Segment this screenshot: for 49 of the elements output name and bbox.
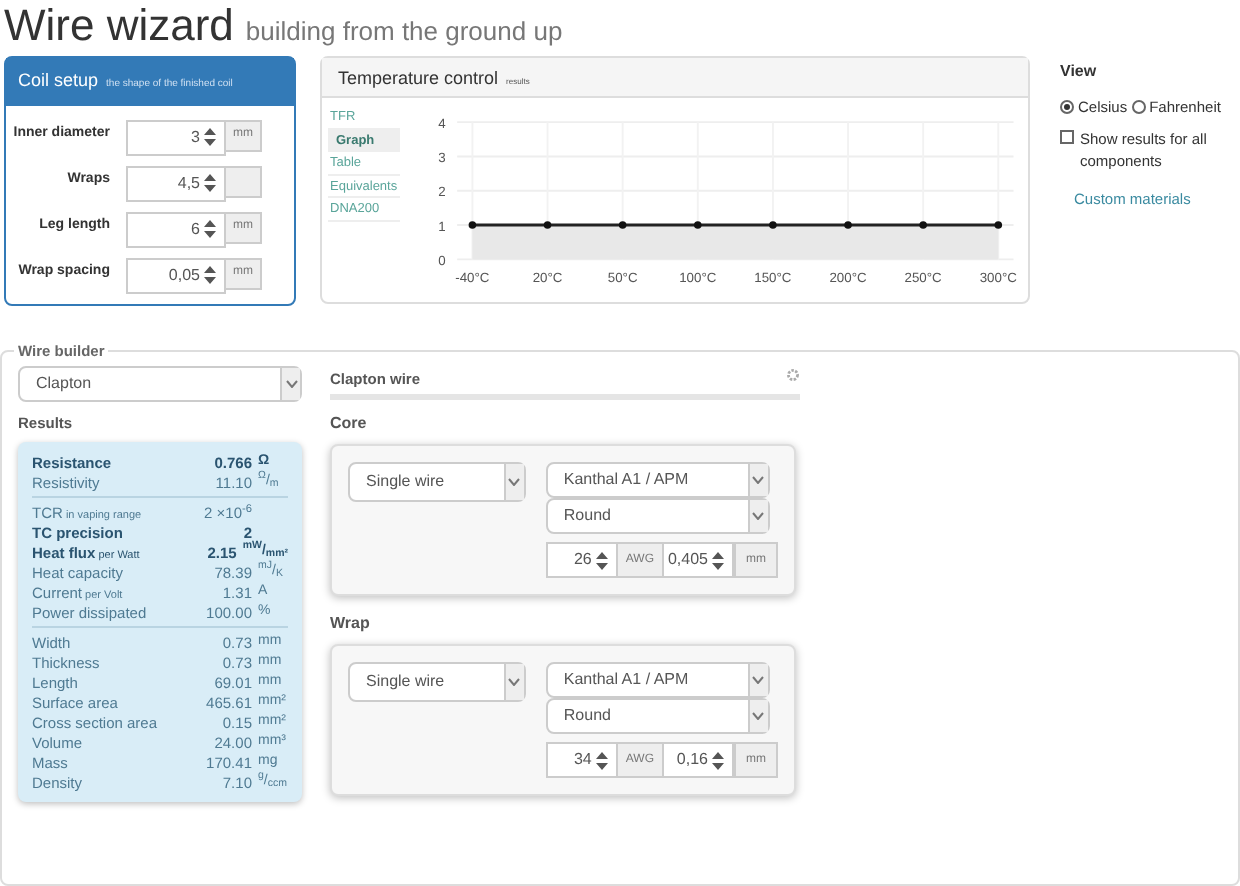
type-select[interactable]: Single wire — [348, 662, 526, 702]
data-point — [618, 221, 626, 229]
number-field[interactable]: 3 — [126, 119, 226, 155]
data-point — [993, 221, 1002, 229]
caret-icon — [285, 380, 297, 388]
unit-addon — [226, 165, 262, 197]
profile-select[interactable]: Round — [545, 498, 770, 534]
wire-type-select[interactable]: Clapton — [18, 366, 302, 402]
radio-button[interactable] — [1131, 100, 1146, 115]
checkbox[interactable] — [1060, 130, 1074, 145]
caret-icon — [508, 478, 521, 486]
profile-select[interactable]: Round — [545, 698, 770, 734]
radio-button[interactable] — [1060, 100, 1074, 115]
spinner-icon[interactable] — [204, 220, 216, 238]
number-field[interactable]: 0,05 — [126, 257, 226, 293]
number-field[interactable]: 0,405 — [662, 542, 734, 578]
data-point — [918, 221, 927, 229]
section-title: Wrap — [330, 612, 372, 636]
data-point — [542, 221, 551, 229]
section-title: Core — [330, 412, 369, 436]
number-field[interactable]: 26 — [545, 542, 618, 578]
spinner-icon[interactable] — [204, 174, 216, 192]
view-title: View — [1060, 60, 1099, 84]
number-field[interactable]: 0,16 — [662, 742, 734, 778]
number-field[interactable]: 6 — [126, 211, 226, 247]
data-point — [467, 221, 476, 229]
caret-icon — [752, 712, 765, 720]
panel-title: Coil setup — [18, 68, 99, 94]
spinner-icon[interactable] — [595, 551, 608, 569]
spinner-icon[interactable] — [204, 128, 216, 146]
type-select[interactable]: Single wire — [348, 462, 526, 502]
data-point — [843, 221, 852, 229]
material-select[interactable]: Kanthal A1 / APM — [545, 662, 770, 698]
caret-icon — [752, 476, 765, 484]
caret-icon — [752, 676, 765, 684]
data-point — [693, 221, 701, 229]
spinner-icon[interactable] — [595, 751, 608, 769]
spinner-icon[interactable] — [712, 751, 724, 769]
number-field[interactable]: 34 — [545, 742, 618, 778]
number-field[interactable]: 4,5 — [126, 165, 226, 201]
caret-icon — [752, 512, 765, 520]
spinner-icon[interactable] — [712, 551, 724, 569]
panel-title: Temperature control — [338, 66, 499, 92]
material-select[interactable]: Kanthal A1 / APM — [545, 462, 770, 498]
spinner-icon[interactable] — [204, 266, 216, 284]
caret-icon — [508, 678, 521, 686]
page-title: Wire wizard — [4, 0, 234, 52]
data-point — [768, 221, 776, 229]
page-subtitle: building from the ground up — [245, 14, 563, 50]
